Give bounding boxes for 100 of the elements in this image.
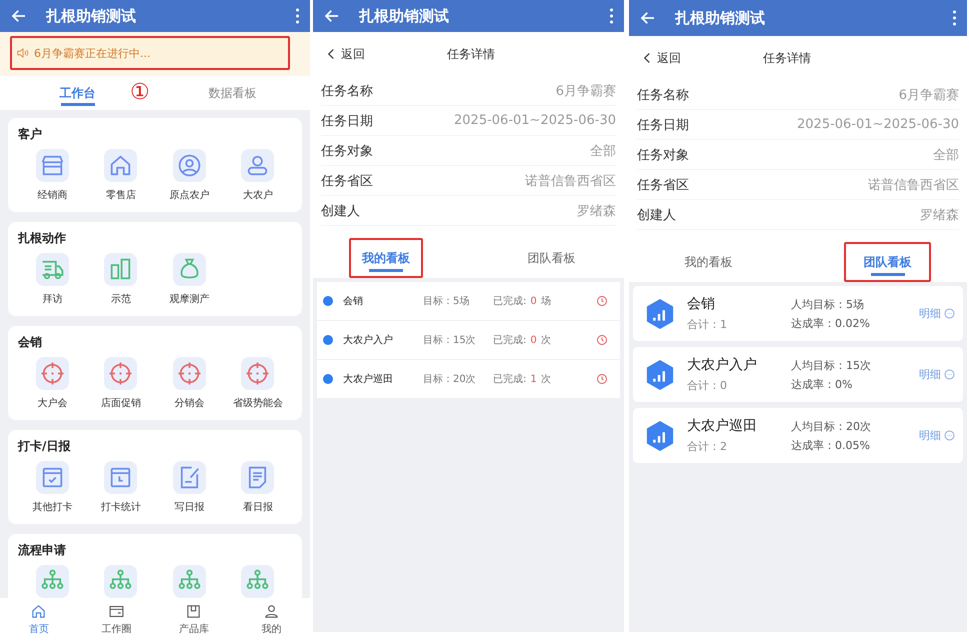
target-icon[interactable]	[104, 357, 138, 390]
completed-label: 已完成:	[493, 294, 526, 308]
shortcut-label: 其他打卡	[32, 500, 72, 514]
section-title: 流程申请	[18, 542, 67, 559]
task-row[interactable]: 会销 目标：5场 已完成: 0 场	[317, 282, 620, 320]
task-name: 大农户巡田	[687, 417, 758, 435]
back-button[interactable]: 返回	[327, 46, 447, 62]
tab[interactable]: 数据看板	[155, 76, 310, 110]
tree-icon[interactable]	[36, 565, 69, 598]
field-value: 6月争霸赛	[556, 82, 616, 100]
more-circle-icon	[944, 308, 955, 319]
shortcut-label: 示范	[110, 292, 131, 306]
truck-icon[interactable]	[36, 253, 69, 286]
completed-unit: 场	[540, 295, 552, 308]
rate-text: 达成率：0.05%	[791, 438, 871, 452]
status-dot	[323, 374, 333, 384]
target-text: 人均目标：5场	[791, 296, 865, 312]
field-label: 任务名称	[637, 86, 689, 104]
completed-count: 1	[530, 374, 537, 384]
shortcut-label: 经销商	[37, 188, 68, 202]
more-circle-icon	[944, 369, 955, 380]
house-icon	[30, 603, 48, 620]
tree-icon[interactable]	[241, 565, 274, 598]
shortcut-label: 店面促销	[100, 396, 141, 410]
speaker-icon	[16, 46, 30, 60]
bar-chart-icon	[645, 358, 675, 390]
clock-icon[interactable]	[596, 334, 608, 346]
tab[interactable]: 团队看板	[844, 242, 931, 282]
field-value: 全部	[933, 146, 959, 164]
field-value: 2025-06-01~2025-06-30	[454, 113, 616, 128]
field-label: 创建人	[321, 202, 360, 220]
field-label: 任务日期	[321, 112, 373, 130]
field-label: 任务日期	[637, 116, 689, 134]
target-text: 目标：15次	[423, 334, 477, 347]
tree-icon[interactable]	[104, 565, 138, 598]
more-icon[interactable]	[952, 9, 957, 27]
nav-tab[interactable]: 首页	[0, 598, 78, 641]
shortcut-label: 观摩测产	[169, 292, 210, 306]
document-icon[interactable]	[241, 461, 274, 494]
calendar-clock-icon[interactable]	[104, 461, 138, 494]
tree-icon[interactable]	[172, 565, 206, 598]
page-title: 任务详情	[447, 46, 495, 62]
bar-chart-icon	[645, 298, 675, 330]
user-icon[interactable]	[241, 149, 274, 182]
shortcut-label: 省级势能会	[232, 396, 283, 410]
clock-icon[interactable]	[596, 373, 608, 385]
completed-unit: 次	[540, 334, 552, 347]
notice-text: 6月争霸赛正在进行中...	[34, 46, 150, 60]
task-name: 会销	[343, 295, 364, 308]
shortcut-label: 零售店	[106, 188, 136, 202]
tab[interactable]: 我的看板	[349, 238, 422, 278]
completed-count: 0	[530, 296, 537, 306]
clock-icon[interactable]	[596, 295, 608, 307]
status-dot	[323, 335, 333, 345]
more-icon[interactable]	[295, 7, 300, 25]
field-value: 诺普信鲁西省区	[525, 172, 616, 190]
target-text: 目标：20次	[423, 372, 477, 386]
more-circle-icon	[944, 430, 955, 441]
target-icon[interactable]	[36, 357, 69, 390]
field-label: 任务对象	[637, 146, 689, 164]
completed-unit: 次	[540, 373, 552, 386]
calendar-check-icon[interactable]	[36, 461, 69, 494]
shortcut-label: 分销会	[174, 397, 204, 410]
target-icon[interactable]	[241, 357, 274, 390]
status-dot	[323, 296, 333, 306]
field-label: 任务对象	[321, 142, 373, 160]
notice-bar[interactable]: 6月争霸赛正在进行中...	[10, 36, 290, 70]
detail-link[interactable]: 明细	[919, 367, 955, 382]
tab[interactable]: 我的看板	[665, 242, 752, 282]
nav-tab[interactable]: 工作圈	[78, 598, 155, 641]
chevron-left-icon	[643, 52, 651, 64]
store-icon[interactable]	[36, 149, 69, 182]
field-value: 诺普信鲁西省区	[868, 176, 959, 194]
field-value: 6月争霸赛	[898, 86, 959, 104]
field-value: 2025-06-01~2025-06-30	[797, 117, 959, 132]
tab[interactable]: 团队看板	[514, 238, 588, 278]
nav-tab[interactable]: 产品库	[155, 598, 232, 641]
target-icon[interactable]	[172, 357, 206, 390]
field-value: 罗绪森	[577, 202, 616, 220]
detail-link[interactable]: 明细	[919, 306, 955, 321]
field-label: 任务省区	[321, 172, 373, 190]
document-edit-icon[interactable]	[172, 461, 206, 494]
back-button[interactable]: 返回	[643, 50, 763, 66]
app-title: 扎根助销测试	[359, 6, 450, 26]
task-row[interactable]: 大农户入户 目标：15次 已完成: 0 次	[317, 321, 620, 359]
house-icon[interactable]	[104, 149, 138, 182]
task-row[interactable]: 大农户巡田 目标：20次 已完成: 1 次	[317, 360, 620, 398]
wallet-icon	[108, 603, 125, 620]
detail-link[interactable]: 明细	[919, 428, 955, 443]
rate-text: 达成率：0.02%	[791, 316, 871, 330]
task-name: 大农户入户	[687, 356, 758, 374]
nav-tab[interactable]: 我的	[232, 598, 310, 641]
section-title: 客户	[18, 126, 43, 143]
task-name: 会销	[687, 295, 716, 313]
money-bag-icon[interactable]	[172, 253, 206, 286]
chevron-left-icon	[327, 48, 335, 60]
building-icon[interactable]	[104, 253, 138, 286]
total-text: 合计：1	[687, 317, 728, 332]
shortcut-label: 大户会	[37, 396, 68, 410]
more-icon[interactable]	[609, 7, 614, 25]
